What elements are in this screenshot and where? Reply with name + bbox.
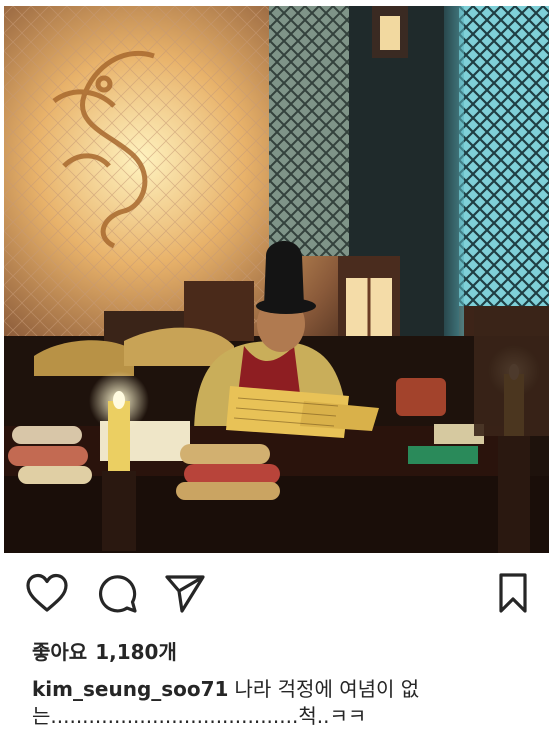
post-actions-bar	[0, 568, 549, 622]
post-photo-illustration	[4, 6, 549, 553]
likes-count: 1,180개	[95, 640, 177, 664]
likes-summary[interactable]: 좋아요 1,180개	[32, 636, 177, 665]
likes-label: 좋아요	[32, 640, 88, 664]
caption-username[interactable]: kim_seung_soo71	[32, 677, 228, 701]
heart-icon[interactable]	[22, 568, 72, 618]
post-caption: kim_seung_soo71 나라 걱정에 여념이 없는............…	[32, 676, 512, 730]
bookmark-icon[interactable]	[488, 568, 538, 618]
comment-icon[interactable]	[92, 568, 142, 618]
post-photo[interactable]	[4, 6, 549, 553]
share-icon[interactable]	[160, 568, 210, 618]
